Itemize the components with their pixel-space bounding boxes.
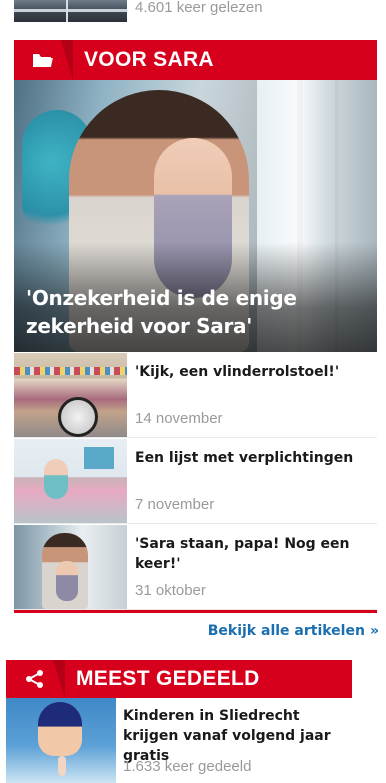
article-date: 31 oktober <box>135 582 206 599</box>
list-item[interactable]: Kinderen in Sliedrecht krijgen vanaf vol… <box>6 698 352 783</box>
article-title[interactable]: Een lijst met verplichtingen <box>135 448 371 468</box>
section-icon-box <box>14 40 73 80</box>
article-date: 14 november <box>135 410 223 427</box>
section-title: MEEST GEDEELD <box>76 667 260 690</box>
article-thumbnail[interactable] <box>14 525 127 609</box>
previous-list-item[interactable]: 4.601 keer gelezen <box>14 0 376 30</box>
section-title: VOOR SARA <box>84 48 214 71</box>
list-item[interactable]: Een lijst met verplichtingen 7 november <box>14 438 377 524</box>
article-thumbnail[interactable] <box>14 439 127 523</box>
article-thumbnail[interactable] <box>6 698 116 783</box>
article-thumbnail[interactable] <box>14 353 127 437</box>
hero-headline[interactable]: 'Onzekerheid is de enige zekerheid voor … <box>26 284 346 340</box>
read-count: 4.601 keer gelezen <box>135 0 263 16</box>
article-title[interactable]: 'Kijk, een vlinderrolstoel!' <box>135 362 371 382</box>
hero-article[interactable]: 'Onzekerheid is de enige zekerheid voor … <box>14 80 377 352</box>
list-item[interactable]: 'Kijk, een vlinderrolstoel!' 14 november <box>14 352 377 438</box>
article-title[interactable]: 'Sara staan, papa! Nog een keer!' <box>135 534 371 574</box>
folder-icon <box>33 54 53 67</box>
section-header: VOOR SARA <box>14 40 377 80</box>
meest-gedeeld-section: MEEST GEDEELD Kinderen in Sliedrecht kri… <box>6 660 352 783</box>
list-item[interactable]: 'Sara staan, papa! Nog een keer!' 31 okt… <box>14 524 377 610</box>
voor-sara-section: VOOR SARA 'Onzekerheid is de enige zeker… <box>14 40 377 613</box>
section-header: MEEST GEDEELD <box>6 660 352 698</box>
article-list: 'Kijk, een vlinderrolstoel!' 14 november… <box>14 352 377 610</box>
see-all-articles-link[interactable]: Bekijk alle artikelen » <box>208 623 379 639</box>
article-title[interactable]: Kinderen in Sliedrecht krijgen vanaf vol… <box>123 706 355 766</box>
double-chevron-right-icon: » <box>369 623 379 639</box>
see-all-articles-label[interactable]: Bekijk alle artikelen <box>208 623 365 639</box>
article-date: 7 november <box>135 496 215 513</box>
section-divider <box>14 610 377 613</box>
share-icon <box>26 670 43 688</box>
section-icon-box <box>6 660 65 698</box>
article-thumbnail[interactable] <box>14 0 127 22</box>
share-count: 1.633 keer gedeeld <box>123 758 252 775</box>
